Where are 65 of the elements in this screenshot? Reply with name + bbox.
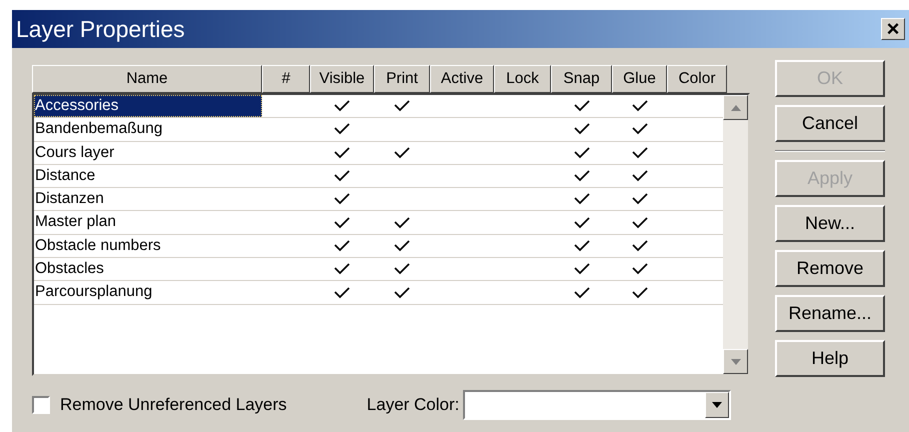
checkbox-label: Remove Unreferenced Layers [60,394,287,416]
check-icon[interactable] [334,100,350,112]
check-icon[interactable] [632,240,648,252]
column-header[interactable]: Glue [612,65,667,93]
check-icon[interactable] [394,240,410,252]
check-icon[interactable] [574,240,590,252]
check-icon[interactable] [632,216,648,229]
layer-name[interactable]: Obstacle numbers [34,234,262,258]
column-header[interactable]: Print [374,65,430,93]
scroll-up-icon[interactable] [723,95,748,120]
check-icon[interactable] [632,193,648,206]
layer-color-label: Layer Color: [366,394,460,416]
column-header[interactable]: Name [32,65,262,93]
layer-color-dropdown[interactable] [463,390,732,420]
check-icon[interactable] [632,100,648,112]
dialog-button[interactable]: Cancel [775,105,885,142]
checkbox[interactable] [32,396,50,414]
check-icon[interactable] [334,123,350,136]
check-icon[interactable] [394,263,410,276]
layer-name[interactable]: Parcoursplanung [34,281,262,304]
check-icon[interactable] [632,286,648,299]
check-icon[interactable] [394,146,410,159]
layer-name[interactable]: Obstacles [34,258,262,280]
layer-name[interactable]: Master plan [34,211,262,234]
column-header[interactable]: # [262,65,310,93]
dialog-button[interactable]: Remove [775,250,885,287]
check-icon[interactable] [334,286,350,299]
column-header[interactable]: Visible [310,65,374,93]
check-icon[interactable] [394,216,410,229]
check-icon[interactable] [632,123,648,136]
check-icon[interactable] [574,193,590,206]
column-header[interactable]: Color [667,65,727,93]
check-icon[interactable] [334,240,350,252]
check-icon[interactable] [574,216,590,229]
check-icon[interactable] [334,216,350,229]
window-title: Layer Properties [16,18,185,40]
check-icon[interactable] [632,146,648,159]
dialog-button[interactable]: New... [775,205,885,242]
check-icon[interactable] [334,193,350,206]
layer-name[interactable]: Distanzen [34,188,262,210]
check-icon[interactable] [334,146,350,159]
check-icon[interactable] [632,170,648,182]
scroll-down-icon[interactable] [723,349,748,374]
check-icon[interactable] [574,123,590,136]
column-header[interactable]: Active [430,65,494,93]
check-icon[interactable] [632,263,648,276]
dialog-button[interactable]: Rename... [775,295,885,332]
column-header[interactable]: Snap [551,65,612,93]
column-header[interactable]: Lock [494,65,551,93]
check-icon[interactable] [394,286,410,299]
check-icon[interactable] [394,100,410,112]
check-icon[interactable] [334,263,350,276]
layer-name[interactable]: Distance [34,164,262,188]
dialog-button[interactable]: Help [775,340,885,377]
check-icon[interactable] [574,263,590,276]
layer-name[interactable]: Cours layer [34,142,262,164]
scrollbar[interactable] [723,95,748,374]
layer-name[interactable]: Bandenbemaßung [34,118,262,141]
check-icon[interactable] [574,170,590,182]
check-icon[interactable] [574,286,590,299]
check-icon[interactable] [574,146,590,159]
layer-name[interactable]: Accessories [34,95,262,118]
close-button[interactable]: × [881,18,905,40]
check-icon[interactable] [574,100,590,112]
check-icon[interactable] [334,170,350,182]
